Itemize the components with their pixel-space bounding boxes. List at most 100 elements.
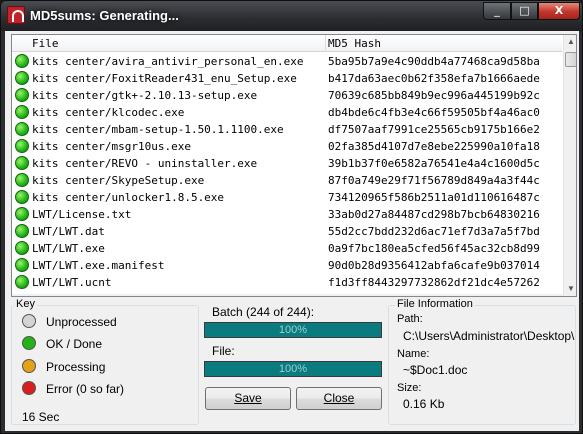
list-row[interactable]: kits center/SkypeSetup.exe 87f0a749e29f71… [12, 172, 562, 189]
row-file-path: kits center/gtk+-2.10.13-setup.exe [32, 89, 258, 102]
row-file-path: kits center/klcodec.exe [32, 106, 185, 119]
column-header-md5-hash[interactable]: MD5 Hash [328, 37, 381, 50]
scroll-down-arrow-icon[interactable]: ▼ [564, 282, 576, 296]
status-ok-icon [15, 190, 29, 204]
row-md5-hash: 734120965f586b2511a01d110616487c [328, 191, 540, 204]
list-row[interactable]: kits center/REVO - uninstaller.exe 39b1b3… [12, 155, 562, 172]
name-label: Name: [397, 348, 430, 360]
row-file-path: kits center/REVO - uninstaller.exe [32, 157, 258, 170]
status-ok-icon [15, 207, 29, 221]
key-item-label: Processing [46, 360, 106, 374]
file-progress-bar: 100% [204, 361, 382, 377]
size-value: 0.16 Kb [403, 397, 445, 411]
row-md5-hash: 02fa385d4107d7e8ebe225990a10fa18 [328, 140, 540, 153]
row-md5-hash: 5ba95b7a9e4c90ddb4a77468ca9d58ba [328, 55, 540, 68]
row-file-path: kits center/FoxitReader431_enu_Setup.exe [32, 72, 297, 85]
row-file-path: LWT/LWT.exe [32, 242, 105, 255]
row-md5-hash: 0a9f7bc180ea5cfed56f45ac32cb8d99 [328, 242, 540, 255]
name-value: ~$Doc1.doc [403, 363, 468, 377]
row-file-path: kits center/SkypeSetup.exe [32, 174, 205, 187]
vertical-scrollbar[interactable]: ▲ ▼ [563, 35, 576, 296]
row-md5-hash: 39b1b37f0e6582a76541e4a4c1600d5c [328, 157, 540, 170]
row-file-path: kits center/avira_antivir_personal_en.ex… [32, 55, 304, 68]
list-row[interactable]: LWT/License.txt 33ab0d27a84487cd298b7bcb6… [12, 206, 562, 223]
list-row[interactable]: kits center/avira_antivir_personal_en.ex… [12, 53, 562, 70]
key-item-label: Unprocessed [46, 315, 117, 329]
status-ok-icon [15, 275, 29, 289]
row-md5-hash: 90d0b28d9356412abfa6cafe9b037014 [328, 259, 540, 272]
row-md5-hash: 33ab0d27a84487cd298b7bcb64830216 [328, 208, 540, 221]
md5sums-window: MD5sums: Generating... _ □ X File MD5 Ha… [0, 0, 583, 434]
status-ok-icon [15, 71, 29, 85]
key-item-label: Error (0 so far) [46, 382, 125, 396]
status-ok-icon [15, 139, 29, 153]
list-row[interactable]: LWT/LWT.exe 0a9f7bc180ea5cfed56f45ac32cb8… [12, 240, 562, 257]
status-ok-icon [15, 258, 29, 272]
save-button[interactable]: Save [205, 387, 291, 410]
row-file-path: LWT/LWT.ucnt [32, 276, 112, 289]
list-row[interactable]: kits center/klcodec.exe db4bde6c4fb3e4c66… [12, 104, 562, 121]
column-header-file[interactable]: File [32, 37, 59, 50]
list-row[interactable]: LWT/LWT.dat 55d2cc7bdd232d6ac71ef7d3a7a5f… [12, 223, 562, 240]
list-row[interactable]: kits center/FoxitReader431_enu_Setup.exe… [12, 70, 562, 87]
status-ok-icon [15, 156, 29, 170]
list-rows: kits center/avira_antivir_personal_en.ex… [12, 53, 562, 291]
row-md5-hash: db4bde6c4fb3e4c66f59505bf4a46ac0 [328, 106, 540, 119]
row-file-path: kits center/mbam-setup-1.50.1.1100.exe [32, 123, 284, 136]
row-file-path: LWT/LWT.exe.manifest [32, 259, 165, 272]
status-ok-icon [15, 105, 29, 119]
elapsed-time: 16 Sec [22, 410, 60, 424]
status-ok-icon [15, 54, 29, 68]
horizontal-scrollbar[interactable] [12, 294, 563, 296]
key-group-label: Key [14, 298, 37, 310]
row-md5-hash: f1d3ff8443297732862df21dc4e57262 [328, 276, 540, 289]
list-header: File MD5 Hash [12, 35, 562, 52]
status-ok-icon [15, 88, 29, 102]
file-progress-label: File: [212, 344, 235, 358]
status-dot-icon [22, 314, 36, 328]
row-file-path: LWT/License.txt [32, 208, 132, 221]
close-window-button[interactable]: X [538, 2, 580, 20]
row-md5-hash: 55d2cc7bdd232d6ac71ef7d3a7a5f7bd [328, 225, 540, 238]
key-group: Key Unprocessed OK / Done Processing Error … [11, 298, 199, 425]
status-dot-icon [22, 336, 36, 350]
scroll-up-arrow-icon[interactable]: ▲ [564, 35, 576, 49]
row-md5-hash: b417da63aec0b62f358efa7b1666aede [328, 72, 540, 85]
scrollbar-thumb[interactable] [565, 52, 576, 67]
list-row[interactable]: kits center/mbam-setup-1.50.1.1100.exe df… [12, 121, 562, 138]
list-row[interactable]: kits center/unlocker1.8.5.exe 734120965f5… [12, 189, 562, 206]
app-icon [7, 6, 25, 24]
list-row[interactable]: kits center/msgr10us.exe 02fa385d4107d7e8… [12, 138, 562, 155]
row-md5-hash: 70639c685bb849b9ec996a445199b92c [328, 89, 540, 102]
status-dot-icon [22, 359, 36, 373]
column-divider[interactable] [325, 35, 326, 52]
batch-label: Batch (244 of 244): [212, 305, 315, 319]
path-label: Path: [397, 313, 423, 325]
file-information-label: File Information [395, 298, 475, 310]
list-row[interactable]: kits center/gtk+-2.10.13-setup.exe 70639c… [12, 87, 562, 104]
status-ok-icon [15, 224, 29, 238]
file-information-group: File Information Path: C:\Users\Administ… [388, 298, 576, 425]
row-file-path: LWT/LWT.dat [32, 225, 105, 238]
window-title: MD5sums: Generating... [30, 8, 179, 23]
key-item-label: OK / Done [46, 337, 103, 351]
row-file-path: kits center/msgr10us.exe [32, 140, 191, 153]
close-button[interactable]: Close [296, 387, 382, 410]
list-row[interactable]: LWT/LWT.ucnt f1d3ff8443297732862df21dc4e5… [12, 274, 562, 291]
row-file-path: kits center/unlocker1.8.5.exe [32, 191, 225, 204]
client-area: File MD5 Hash kits center/avira_antivir_… [5, 31, 579, 431]
status-dot-icon [22, 381, 36, 395]
minimize-button[interactable]: _ [483, 2, 511, 20]
title-bar[interactable]: MD5sums: Generating... _ □ X [1, 1, 582, 31]
status-ok-icon [15, 173, 29, 187]
batch-progress-bar: 100% [204, 322, 382, 338]
status-ok-icon [15, 241, 29, 255]
row-md5-hash: 87f0a749e29f71f56789d849a4a3f44c [328, 174, 540, 187]
list-row[interactable]: LWT/LWT.exe.manifest 90d0b28d9356412abfa6… [12, 257, 562, 274]
maximize-button[interactable]: □ [511, 2, 538, 20]
path-value: C:\Users\Administrator\Desktop\ [403, 329, 575, 343]
file-list[interactable]: File MD5 Hash kits center/avira_antivir_… [11, 34, 577, 297]
status-ok-icon [15, 122, 29, 136]
row-md5-hash: df7507aaf7991ce25565cb9175b166e2 [328, 123, 540, 136]
size-label: Size: [397, 382, 422, 394]
